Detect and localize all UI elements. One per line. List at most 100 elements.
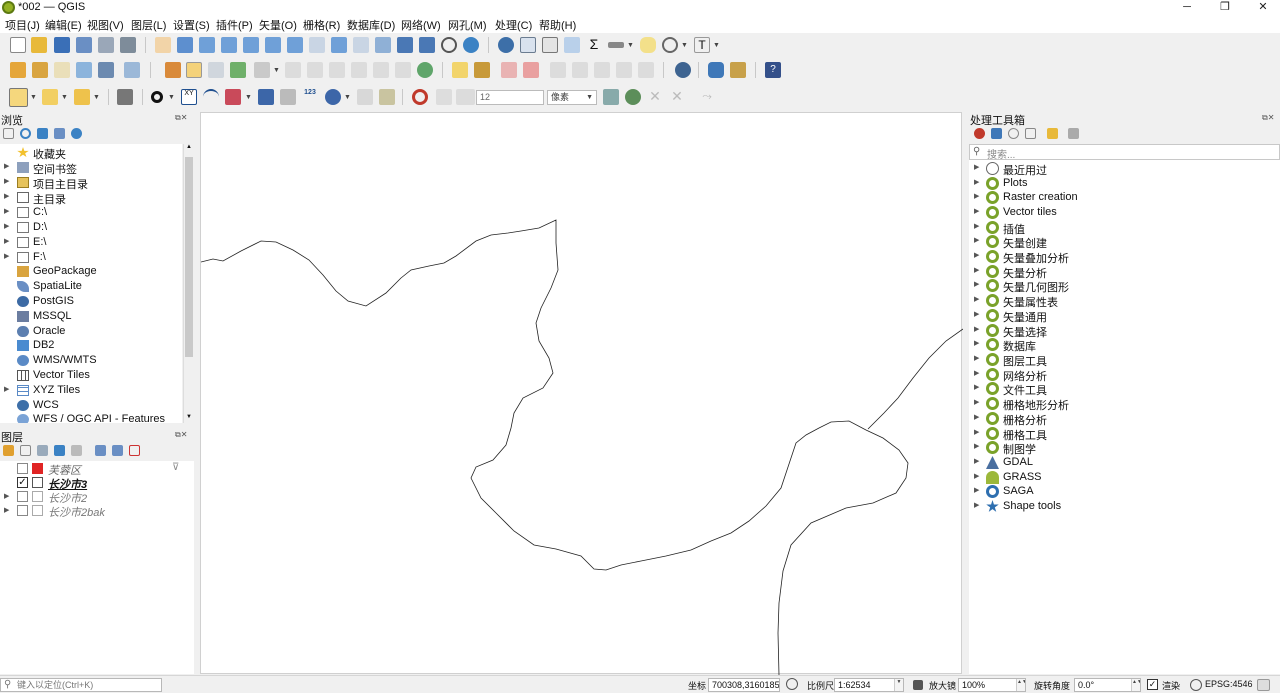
copy-features-icon[interactable] bbox=[351, 62, 367, 78]
expand-arrow-icon[interactable]: ▶ bbox=[974, 280, 979, 288]
expand-arrow-icon[interactable]: ▶ bbox=[974, 354, 979, 362]
expand-arrow-icon[interactable]: ▶ bbox=[974, 501, 979, 509]
coordinate-field[interactable]: 700308,3160185 bbox=[708, 678, 780, 692]
expand-arrow-icon[interactable]: ▶ bbox=[974, 472, 979, 480]
locator-search-input[interactable]: ⚲ 键入以定位(Ctrl+K) bbox=[0, 678, 162, 692]
unit-select[interactable]: 像素 ▼ bbox=[547, 90, 597, 105]
maximize-button[interactable]: ❐ bbox=[1207, 0, 1243, 16]
expand-arrow-icon[interactable]: ▶ bbox=[4, 237, 9, 245]
crs-globe-icon[interactable] bbox=[1190, 679, 1202, 691]
processing-item-database[interactable]: ▶ 数据库 bbox=[969, 337, 1280, 353]
processing-item-vector-tiles[interactable]: ▶ Vector tiles bbox=[969, 205, 1280, 220]
browser-item-d[interactable]: ▶ D:\ bbox=[0, 220, 182, 235]
print-layout-icon[interactable] bbox=[98, 37, 114, 53]
browser-item-db2[interactable]: DB2 bbox=[0, 338, 182, 353]
expand-arrow-icon[interactable]: ▶ bbox=[974, 192, 979, 200]
processing-item-file-tools[interactable]: ▶ 文件工具 bbox=[969, 381, 1280, 397]
toggle-extents-icon[interactable] bbox=[786, 678, 798, 690]
select-by-value-icon[interactable] bbox=[42, 89, 58, 105]
zoom-out-icon[interactable] bbox=[221, 37, 237, 53]
magnifier-spinbox[interactable]: 100% ▲▼ bbox=[958, 678, 1026, 692]
statistics-sigma-icon[interactable]: Σ bbox=[586, 37, 602, 53]
add-group-icon[interactable] bbox=[20, 445, 31, 456]
browser-item-postgis[interactable]: PostGIS bbox=[0, 294, 182, 309]
add-mssql-layer-icon[interactable] bbox=[98, 62, 114, 78]
add-curve-icon[interactable] bbox=[203, 89, 219, 105]
crs-status[interactable]: EPSG:4546 bbox=[1205, 679, 1253, 689]
processing-item-raster-tools[interactable]: ▶ 栅格工具 bbox=[969, 426, 1280, 442]
change-label-icon[interactable] bbox=[594, 62, 610, 78]
plugin-manager-icon[interactable] bbox=[730, 62, 746, 78]
expand-arrow-icon[interactable]: ▶ bbox=[4, 385, 9, 393]
new-map-view-icon[interactable] bbox=[375, 37, 391, 53]
processing-item-vector-creation[interactable]: ▶ 矢量创建 bbox=[969, 234, 1280, 250]
processing-item-shape-tools[interactable]: ▶ Shape tools bbox=[969, 499, 1280, 514]
modify-attributes-icon[interactable] bbox=[285, 62, 301, 78]
browser-item-geopackage[interactable]: GeoPackage bbox=[0, 264, 182, 279]
processing-item-plots[interactable]: ▶ Plots bbox=[969, 176, 1280, 191]
zoom-full-icon[interactable] bbox=[243, 37, 259, 53]
paste-features-icon[interactable] bbox=[373, 62, 389, 78]
rotate-label-icon[interactable] bbox=[572, 62, 588, 78]
chevron-down-icon[interactable]: ▼ bbox=[894, 679, 903, 691]
processing-item-raster-creation[interactable]: ▶ Raster creation bbox=[969, 190, 1280, 205]
processing-item-vector-table[interactable]: ▶ 矢量属性表 bbox=[969, 293, 1280, 309]
zoom-to-selection-icon[interactable] bbox=[265, 37, 281, 53]
lock-icon[interactable] bbox=[913, 680, 923, 690]
expand-arrow-icon[interactable]: ▶ bbox=[974, 163, 979, 171]
cut-features-icon[interactable] bbox=[329, 62, 345, 78]
add-xy-icon[interactable]: XY bbox=[181, 89, 197, 105]
layer-visibility-checkbox[interactable]: ✓ bbox=[17, 477, 28, 488]
pan-to-selection-icon[interactable] bbox=[177, 37, 193, 53]
zoom-to-layer-icon[interactable] bbox=[287, 37, 303, 53]
scale-combo[interactable]: 1:62534 ▼ bbox=[834, 678, 904, 692]
text-annotation-icon[interactable]: T bbox=[694, 37, 710, 53]
browser-item-wcs[interactable]: WCS bbox=[0, 398, 182, 413]
pan-icon[interactable] bbox=[155, 37, 171, 53]
diagram-icon[interactable] bbox=[474, 62, 490, 78]
menu-plugins[interactable]: 插件(P) bbox=[216, 17, 253, 33]
menu-settings[interactable]: 设置(S) bbox=[173, 17, 210, 33]
layers-panel-buttons[interactable]: ⧉✕ bbox=[175, 430, 187, 440]
browser-item-c[interactable]: ▶ C:\ bbox=[0, 205, 182, 220]
layer-row-changsha2[interactable]: ▶ 长沙市2 bbox=[0, 490, 194, 505]
browser-item-wms[interactable]: WMS/WMTS bbox=[0, 353, 182, 368]
processing-item-vector-geometry[interactable]: ▶ 矢量几何图形 bbox=[969, 278, 1280, 294]
help-icon[interactable]: ? bbox=[765, 62, 781, 78]
add-vector-layer-icon[interactable] bbox=[54, 62, 70, 78]
expand-arrow-icon[interactable]: ▶ bbox=[974, 222, 979, 230]
processing-item-cartography[interactable]: ▶ 制图学 bbox=[969, 440, 1280, 456]
refresh-browser-icon[interactable] bbox=[20, 128, 31, 139]
vertex-tool-icon[interactable] bbox=[254, 62, 270, 78]
expand-arrow-icon[interactable]: ▶ bbox=[4, 162, 9, 170]
browser-item-wfs[interactable]: WFS / OGC API - Features bbox=[0, 412, 182, 423]
undo-icon[interactable] bbox=[395, 62, 411, 78]
edit-features-in-place-icon[interactable] bbox=[1047, 128, 1058, 139]
zoom-last-icon[interactable] bbox=[331, 37, 347, 53]
expand-arrow-icon[interactable]: ▶ bbox=[974, 310, 979, 318]
minimize-button[interactable]: ─ bbox=[1169, 0, 1205, 16]
expand-arrow-icon[interactable]: ▶ bbox=[4, 192, 9, 200]
expand-arrow-icon[interactable]: ▶ bbox=[974, 339, 979, 347]
expand-arrow-icon[interactable]: ▶ bbox=[974, 442, 979, 450]
add-virtual-layer-icon[interactable] bbox=[124, 62, 140, 78]
identify-icon[interactable] bbox=[498, 37, 514, 53]
expand-arrow-icon[interactable]: ▶ bbox=[974, 457, 979, 465]
avoid-overlap-icon[interactable]: ✕ bbox=[669, 89, 685, 105]
redo-icon[interactable] bbox=[417, 62, 433, 78]
add-feature-icon[interactable] bbox=[230, 62, 246, 78]
expand-arrow-icon[interactable]: ▶ bbox=[4, 177, 9, 185]
expand-arrow-icon[interactable]: ▶ bbox=[974, 295, 979, 303]
reverse-line-icon[interactable] bbox=[258, 89, 274, 105]
current-edits-icon[interactable] bbox=[165, 62, 181, 78]
open-styling-icon[interactable] bbox=[3, 445, 14, 456]
expand-arrow-icon[interactable]: ▶ bbox=[974, 178, 979, 186]
add-selected-layers-icon[interactable] bbox=[3, 128, 14, 139]
menu-vector[interactable]: 矢量(O) bbox=[259, 17, 297, 33]
menu-web[interactable]: 网络(W) bbox=[401, 17, 441, 33]
browser-item-vector-tiles[interactable]: Vector Tiles bbox=[0, 368, 182, 383]
label-properties-icon[interactable] bbox=[638, 62, 654, 78]
annotation-icon[interactable] bbox=[662, 37, 678, 53]
map-tips-icon[interactable] bbox=[640, 37, 656, 53]
shape-digitize-icon[interactable] bbox=[325, 89, 341, 105]
